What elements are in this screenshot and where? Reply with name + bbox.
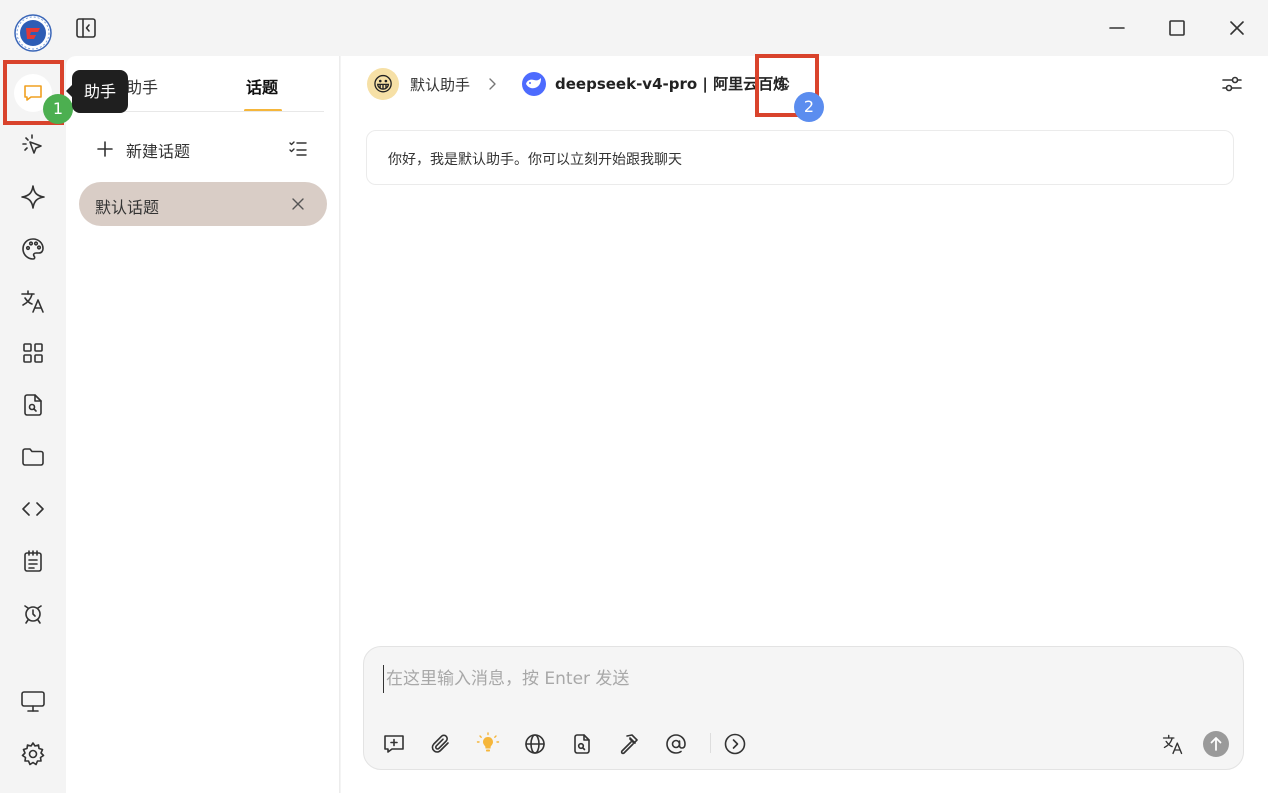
alarm-clock-icon [24, 605, 42, 624]
sidebar-item-paintings[interactable] [19, 235, 47, 263]
sidebar-item-code[interactable] [19, 495, 47, 523]
model-selector[interactable]: deepseek-v4-pro | 阿里云百炼 [555, 73, 788, 94]
new-topic-label: 新建话题 [126, 142, 191, 161]
close-icon [1230, 21, 1244, 35]
at-sign-icon [666, 734, 686, 754]
plus-icon [97, 141, 113, 157]
welcome-message: 你好，我是默认助手。你可以立刻开始跟我聊天 [366, 130, 1234, 185]
message-composer [363, 646, 1244, 770]
chat-settings-button[interactable] [1219, 71, 1245, 97]
toolbar-divider [710, 733, 711, 753]
checklist-icon [289, 141, 307, 156]
app-logo [14, 14, 52, 52]
title-bar [0, 0, 1268, 56]
web-search-button[interactable] [523, 732, 547, 756]
new-topic-tool-button[interactable] [382, 732, 406, 756]
annotation-badge-1: 1 [43, 94, 73, 124]
assistant-avatar[interactable]: 😀 [367, 68, 399, 100]
sidebar-tooltip: 助手 [66, 70, 128, 113]
gear-icon [21, 742, 45, 766]
delete-topic-button[interactable] [288, 194, 308, 214]
knowledge-base-button[interactable] [570, 732, 594, 756]
assistant-emoji: 😀 [372, 72, 394, 96]
apps-grid-icon [23, 343, 43, 363]
maximize-icon [1169, 20, 1185, 36]
sparkle-icon [21, 185, 45, 209]
assistant-name[interactable]: 默认助手 [410, 74, 470, 95]
icon-sidebar [0, 56, 66, 793]
mcp-tools-button[interactable] [617, 732, 641, 756]
send-button[interactable] [1203, 731, 1229, 757]
paperclip-icon [431, 734, 449, 753]
hammer-icon [620, 734, 638, 755]
topic-list-item[interactable]: 默认话题 [79, 182, 327, 226]
notes-icon [24, 550, 42, 572]
folder-icon [22, 448, 44, 466]
translate-icon [21, 290, 44, 313]
code-icon [22, 502, 44, 516]
translate-icon [1162, 734, 1183, 755]
maximize-button[interactable] [1163, 14, 1191, 42]
sidebar-item-apps[interactable] [19, 339, 47, 367]
tab-topics[interactable]: 话题 [246, 74, 278, 98]
sidebar-item-knowledge[interactable] [19, 391, 47, 419]
mention-model-button[interactable] [664, 732, 688, 756]
more-tools-button[interactable] [723, 732, 747, 756]
topic-panel: 助手 话题 新建话题 默认话题 [66, 56, 340, 793]
sidebar-item-discover[interactable] [19, 183, 47, 211]
sidebar-toggle-icon[interactable] [74, 16, 98, 40]
minimize-icon [1109, 27, 1125, 29]
topic-label: 默认话题 [95, 198, 160, 217]
palette-icon [22, 238, 44, 260]
sidebar-item-translate[interactable] [19, 287, 47, 315]
chevron-right-icon [485, 74, 501, 94]
file-search-icon [574, 734, 590, 754]
sidebar-item-files[interactable] [19, 443, 47, 471]
message-input[interactable] [383, 665, 1163, 693]
close-window-button[interactable] [1223, 14, 1251, 42]
sidebar-item-settings[interactable] [19, 740, 47, 768]
globe-icon [525, 734, 545, 754]
monitor-icon [21, 691, 45, 712]
file-search-icon [24, 394, 42, 416]
new-chat-icon [384, 735, 404, 753]
close-icon [292, 198, 304, 210]
thinking-toggle-button[interactable] [476, 732, 500, 756]
sidebar-item-notes[interactable] [19, 547, 47, 575]
translate-input-button[interactable] [1161, 732, 1185, 756]
new-topic-button[interactable]: 新建话题 [96, 136, 316, 161]
tab-assistants[interactable]: 助手 [126, 74, 158, 98]
arrow-up-icon [1210, 737, 1222, 751]
sidebar-item-agents[interactable] [19, 131, 47, 159]
annotation-badge-2: 2 [794, 92, 824, 122]
chat-area: 😀 默认助手 deepseek-v4-pro | 阿里云百炼 你好，我是默认助手… [341, 56, 1268, 793]
agent-cursor-icon [22, 134, 42, 154]
minimize-button[interactable] [1103, 14, 1131, 42]
lightbulb-icon [476, 732, 500, 752]
sliders-icon [1222, 76, 1242, 92]
deepseek-whale-icon [522, 72, 546, 96]
chevron-circle-right-icon [724, 733, 746, 755]
sidebar-item-display[interactable] [19, 687, 47, 715]
sidebar-item-reminders[interactable] [19, 599, 47, 627]
topic-filter-button[interactable] [286, 136, 310, 160]
welcome-text: 你好，我是默认助手。你可以立刻开始跟我聊天 [388, 152, 682, 168]
attach-file-button[interactable] [429, 732, 453, 756]
